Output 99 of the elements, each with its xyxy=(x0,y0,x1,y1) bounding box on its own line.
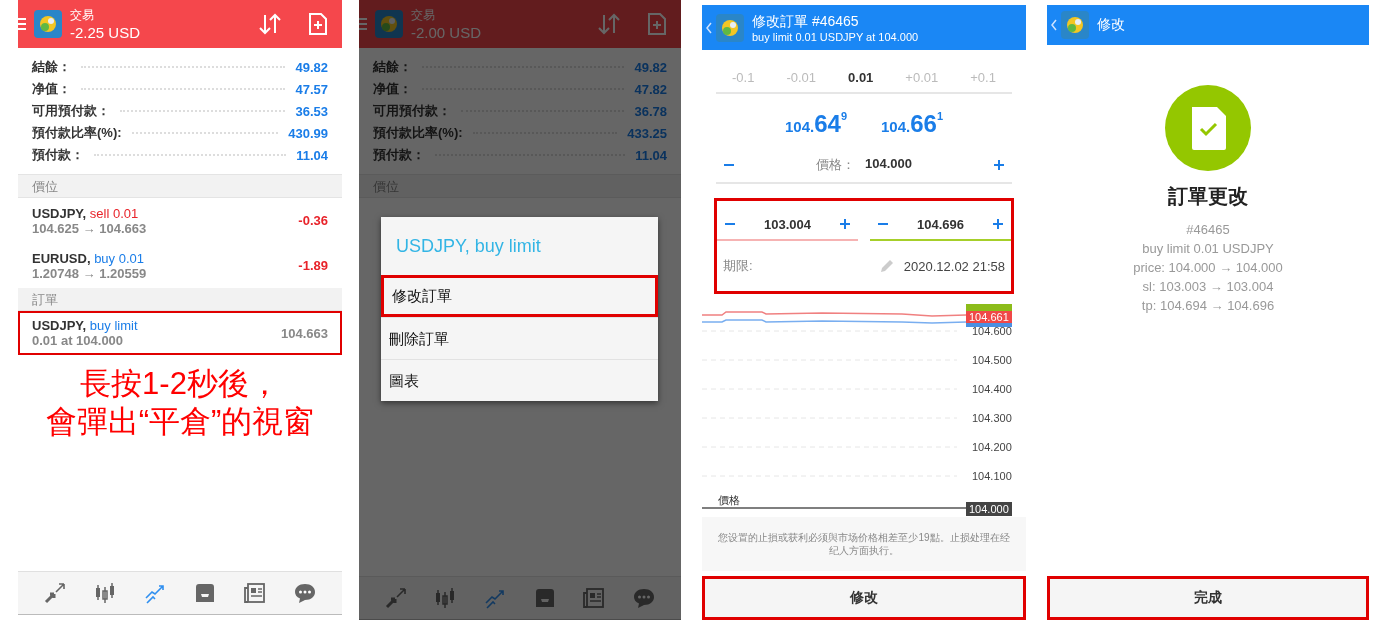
order-price-tag: 104.000 xyxy=(966,502,1012,516)
account-value: 36.78 xyxy=(634,103,667,119)
trade-value: -0.36 xyxy=(298,213,328,228)
plus-icon[interactable] xyxy=(993,219,1003,229)
trade-detail: 1.20748 → 1.20559 xyxy=(32,265,147,281)
trade-detail: 104.625 → 104.663 xyxy=(32,220,147,236)
trade-row[interactable]: EURUSD, buy 0.01 1.20748 → 1.20559 -1.89 xyxy=(18,243,342,288)
trade-arrows-icon[interactable] xyxy=(43,581,67,605)
axis-label: 104.300 xyxy=(972,412,1012,424)
annotation-text: 會彈出“平倉”的視窗 xyxy=(45,403,315,441)
axis-label: 104.500 xyxy=(972,354,1012,366)
axis-label: 104.400 xyxy=(972,383,1012,395)
account-label: 可用預付款： xyxy=(32,102,110,120)
app-logo-icon xyxy=(716,13,744,42)
account-value: 11.04 xyxy=(296,147,328,163)
detail-line: buy limit 0.01 USDJPY xyxy=(1142,240,1274,258)
detail-line: sl: 103.003 → 103.004 xyxy=(1142,278,1274,296)
account-label: 預付款比率(%): xyxy=(32,124,122,142)
volume-step[interactable]: 0.01 xyxy=(848,69,874,85)
sort-icon[interactable] xyxy=(258,12,282,36)
dialog-title: USDJPY, buy limit xyxy=(395,235,542,258)
annotation-text: 長按1-2秒後， xyxy=(80,365,280,403)
account-label: 預付款比率(%): xyxy=(373,124,463,142)
quote-price: 104.64$^{9}$ xyxy=(784,110,847,138)
balance-text: -2.25 USD xyxy=(70,24,142,41)
line-label: 價格 xyxy=(718,494,740,506)
account-value: 430.99 xyxy=(288,125,328,141)
price-value: 104.000 xyxy=(865,156,912,173)
menu-item[interactable]: 圖表 xyxy=(381,359,658,401)
screen-title: 交易 xyxy=(70,7,95,24)
account-label: 預付款： xyxy=(32,146,84,164)
detail-line: #46465 xyxy=(1186,221,1230,239)
modify-button[interactable]: 修改 xyxy=(702,576,1026,620)
info-note: 您设置的止損或获利必须與市场价格相差至少19點。止损处理在经纪人方面执行。 xyxy=(702,517,1026,571)
axis-label: 104.100 xyxy=(972,470,1012,482)
detail-line: price: 104.000 → 104.000 xyxy=(1133,259,1283,277)
inbox-icon[interactable] xyxy=(193,581,217,605)
account-value: 47.82 xyxy=(634,81,667,97)
account-label: 結餘： xyxy=(32,58,71,76)
trade-title: USDJPY, buy limit xyxy=(32,318,138,333)
account-label: 結餘： xyxy=(373,58,412,76)
menu-item[interactable]: 修改訂單 xyxy=(381,275,658,317)
trade-arrows-icon[interactable] xyxy=(383,586,408,610)
app-logo-icon xyxy=(34,10,62,38)
axis-label: 104.200 xyxy=(972,441,1012,453)
trade-title: EURUSD, buy 0.01 xyxy=(32,250,145,266)
screen-title: 交易 xyxy=(411,7,436,24)
screen-title: 修改 xyxy=(1097,16,1125,34)
app-logo-icon xyxy=(375,10,403,38)
balance-text: -2.00 USD xyxy=(411,24,483,41)
stop-loss-field[interactable]: 103.004 xyxy=(717,209,858,241)
done-button[interactable]: 完成 xyxy=(1047,576,1369,620)
app-logo-icon xyxy=(1061,11,1089,39)
plus-icon[interactable] xyxy=(840,219,850,229)
candlestick-icon[interactable] xyxy=(93,581,117,605)
account-value: 433.25 xyxy=(627,125,667,141)
screen-title: 修改訂單 #46465 xyxy=(752,12,860,31)
trade-value: -1.89 xyxy=(298,258,328,273)
account-value: 36.53 xyxy=(295,103,328,119)
chat-icon[interactable] xyxy=(632,586,657,610)
menu-icon[interactable] xyxy=(18,18,26,30)
result-title: 訂單更改 xyxy=(1168,184,1248,209)
section-header: 價位 xyxy=(18,175,342,198)
account-label: 净值： xyxy=(32,80,71,98)
quote-price: 104.66$^{1}$ xyxy=(881,110,944,138)
document-check-icon xyxy=(1165,85,1251,171)
trade-title: USDJPY, sell 0.01 xyxy=(32,205,140,221)
expiry-value: 2020.12.02 21:58 xyxy=(903,258,1005,274)
section-header: 訂單 xyxy=(18,288,342,311)
account-value: 11.04 xyxy=(635,147,667,163)
back-icon[interactable] xyxy=(1051,19,1057,31)
trade-detail: 0.01 at 104.000 xyxy=(32,333,125,348)
trade-row[interactable]: USDJPY, buy limit 0.01 at 104.000 104.663 xyxy=(18,311,342,355)
plus-icon[interactable] xyxy=(994,160,1004,170)
newspaper-icon[interactable] xyxy=(582,586,607,610)
current-price-tag: 104.661 xyxy=(966,311,1012,323)
trade-value: 104.663 xyxy=(281,325,328,341)
expiry-label: 期限: xyxy=(723,257,753,275)
price-label: 價格： xyxy=(816,156,855,174)
chat-icon[interactable] xyxy=(293,581,317,605)
account-value: 49.82 xyxy=(634,59,667,75)
menu-item[interactable]: 刪除訂單 xyxy=(381,317,658,359)
screen-subtitle: buy limit 0.01 USDJPY at 104.000 xyxy=(752,30,920,43)
price-field[interactable]: 價格： 104.000 xyxy=(716,148,1012,184)
account-label: 净值： xyxy=(373,80,412,98)
newspaper-icon[interactable] xyxy=(243,581,267,605)
account-value: 47.57 xyxy=(295,81,328,97)
trade-row[interactable]: USDJPY, sell 0.01 104.625 → 104.663 -0.36 xyxy=(18,198,342,243)
detail-line: tp: 104.694 → 104.696 xyxy=(1141,297,1275,315)
new-document-icon[interactable] xyxy=(647,12,667,36)
take-profit-field[interactable]: 104.696 xyxy=(870,209,1011,241)
sort-icon[interactable] xyxy=(597,12,621,36)
back-icon[interactable] xyxy=(706,21,712,34)
axis-label: 104.600 xyxy=(972,325,1012,337)
menu-icon[interactable] xyxy=(359,18,367,30)
account-label: 可用預付款： xyxy=(373,102,451,120)
new-document-icon[interactable] xyxy=(308,12,328,36)
account-value: 49.82 xyxy=(295,59,328,75)
account-label: 預付款： xyxy=(373,146,425,164)
